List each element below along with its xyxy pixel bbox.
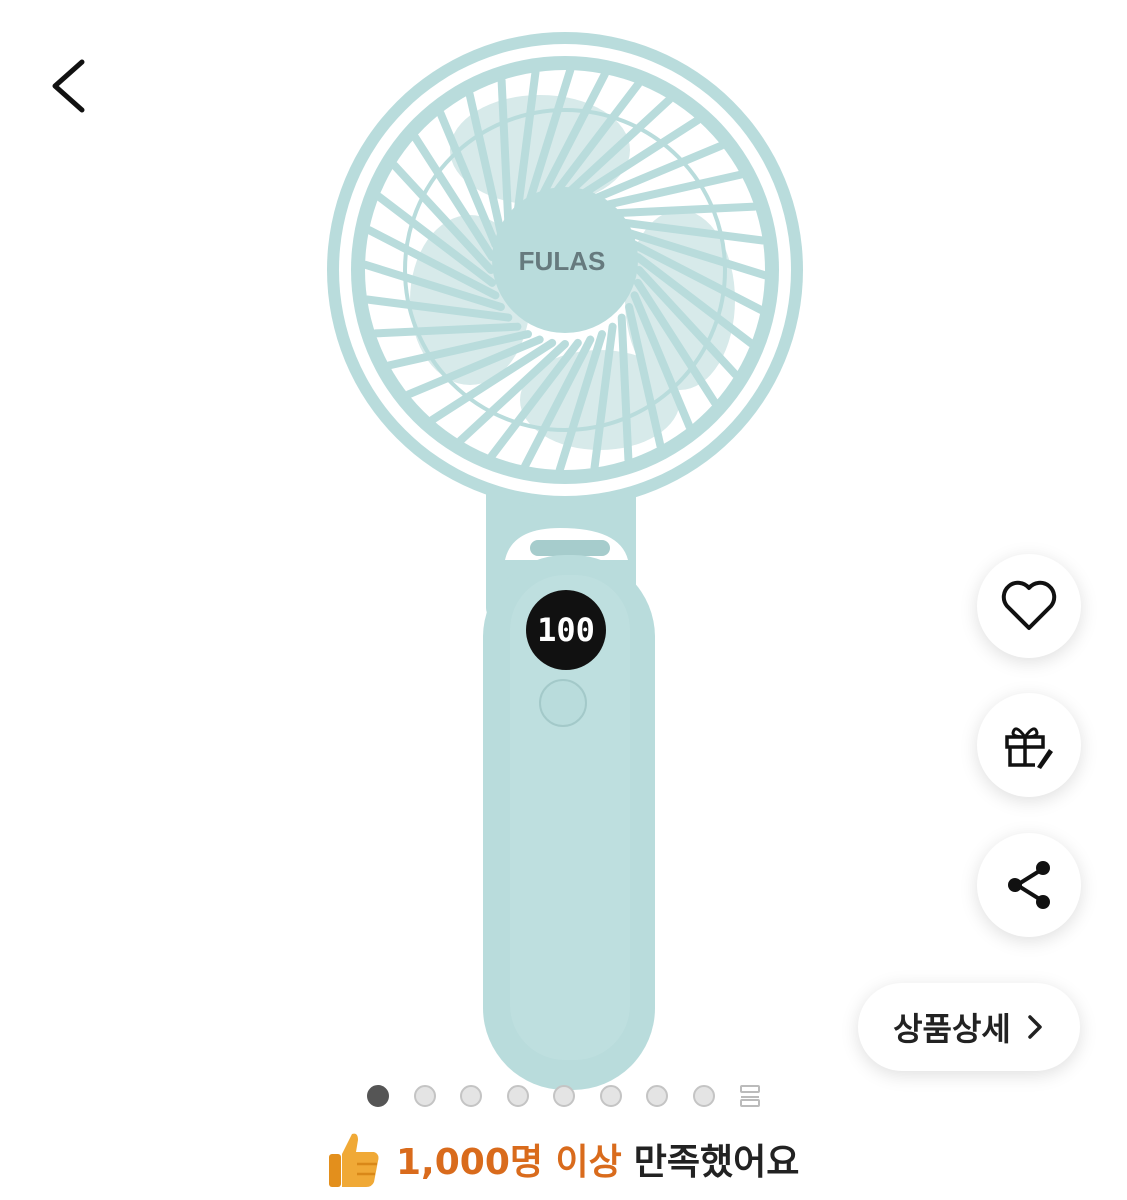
back-button[interactable] bbox=[38, 50, 108, 120]
gift-button[interactable] bbox=[977, 693, 1081, 797]
product-detail-label: 상품상세 bbox=[893, 1010, 1011, 1048]
wishlist-button[interactable] bbox=[977, 554, 1081, 658]
pagination-dot[interactable] bbox=[506, 1085, 529, 1107]
brand-logo-text: FULAS bbox=[519, 246, 606, 276]
pagination-dot[interactable] bbox=[599, 1085, 622, 1107]
heart-icon bbox=[1001, 580, 1057, 630]
satisfaction-highlight: 1,000명 이상 bbox=[396, 1142, 622, 1183]
product-detail-button[interactable]: 상품상세 bbox=[858, 983, 1080, 1071]
pagination-dot[interactable] bbox=[413, 1085, 436, 1107]
pagination-dot[interactable] bbox=[553, 1085, 575, 1107]
gift-icon bbox=[1005, 727, 1053, 769]
battery-display-text: 100 bbox=[537, 611, 595, 649]
pagination-dot[interactable] bbox=[692, 1085, 715, 1107]
chevron-left-icon bbox=[52, 59, 85, 113]
satisfaction-banner: 1,000명 이상 만족했어요 bbox=[324, 1128, 799, 1190]
share-icon bbox=[1008, 861, 1050, 909]
more-pages-icon[interactable] bbox=[739, 1084, 761, 1108]
chevron-right-icon bbox=[1028, 1015, 1042, 1039]
pagination-dot[interactable] bbox=[646, 1085, 668, 1107]
product-image: FULAS 100 bbox=[327, 32, 803, 1090]
thumbs-up-icon bbox=[329, 1133, 379, 1187]
gallery-pagination bbox=[367, 1084, 761, 1108]
share-button[interactable] bbox=[977, 833, 1081, 937]
pagination-dot[interactable] bbox=[460, 1085, 482, 1107]
satisfaction-text: 만족했어요 bbox=[633, 1142, 800, 1183]
pagination-dot[interactable] bbox=[367, 1085, 389, 1107]
